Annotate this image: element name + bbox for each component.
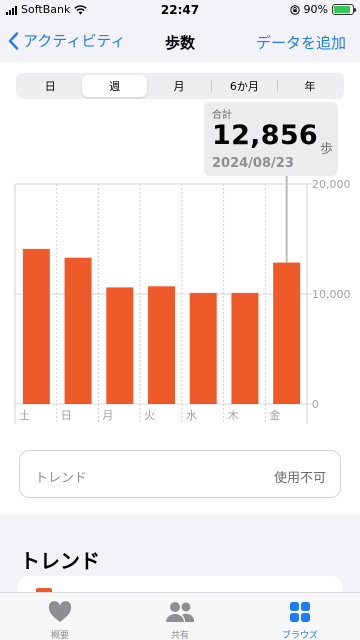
back-label: アクティビティ [23, 32, 126, 50]
bar-0 [22, 248, 50, 404]
battery-icon [332, 4, 356, 15]
x-tick-label: 火 [144, 409, 155, 422]
x-tick-label: 水 [186, 409, 197, 422]
heart-icon [48, 601, 72, 622]
tooltip-value: 12,856 [212, 120, 318, 151]
x-tick-label: 金 [269, 408, 280, 422]
trends-section: トレンド [0, 515, 360, 606]
orientation-lock-icon [289, 4, 300, 15]
segment-week[interactable]: 週 [82, 75, 147, 97]
tab-bar: 概要 共有 ブラウズ [0, 592, 360, 640]
segment-day[interactable]: 日 [18, 75, 82, 97]
status-right: 90% [289, 3, 356, 16]
chevron-left-icon [8, 31, 19, 50]
tab-sharing-label: 共有 [170, 631, 189, 640]
y-tick-label: 10,000 [312, 288, 351, 301]
tab-browse-label: ブラウズ [281, 631, 318, 640]
x-tick-label: 月 [102, 409, 113, 422]
tab-summary[interactable]: 概要 [0, 593, 120, 640]
tooltip-unit: 歩 [320, 142, 334, 157]
y-tick-label: 0 [312, 398, 319, 411]
back-button[interactable]: アクティビティ [8, 30, 125, 51]
tooltip-label: 合計 [212, 110, 232, 121]
bar-1 [64, 257, 92, 404]
section-heading: トレンド [20, 549, 100, 573]
period-segmented-control: 日 週 月 6か月 年 [16, 73, 344, 99]
segment-month[interactable]: 月 [147, 75, 211, 97]
tab-browse[interactable]: ブラウズ [240, 593, 360, 640]
tooltip-date: 2024/08/23 [212, 156, 294, 171]
navigation-bar: アクティビティ 歩数 データを追加 [0, 22, 360, 62]
tab-sharing[interactable]: 共有 [120, 593, 240, 640]
x-tick-label: 土 [19, 409, 30, 422]
y-tick-label: 20,000 [312, 178, 351, 191]
tab-summary-label: 概要 [50, 631, 69, 640]
x-tick-label: 木 [228, 409, 239, 422]
trend-label: トレンド [35, 471, 88, 486]
segment-year[interactable]: 年 [278, 75, 342, 97]
segment-six-months[interactable]: 6か月 [212, 75, 276, 97]
bar-3 [148, 286, 175, 404]
people-icon [166, 602, 195, 622]
grid-icon [290, 602, 310, 622]
trend-card[interactable]: トレンド 使用不可 [19, 450, 341, 498]
bar-2 [106, 287, 134, 404]
x-tick-label: 日 [61, 409, 72, 422]
battery-percent: 90% [303, 3, 328, 16]
add-data-button[interactable]: データを追加 [256, 32, 346, 53]
trend-status: 使用不可 [273, 471, 326, 486]
selection-tooltip: 合計 12,856 歩 2024/08/23 [204, 102, 338, 176]
bar-6 [273, 262, 301, 404]
bar-4 [189, 292, 217, 404]
bar-5 [231, 292, 259, 404]
status-bar: SoftBank 22:47 90% [0, 0, 360, 22]
